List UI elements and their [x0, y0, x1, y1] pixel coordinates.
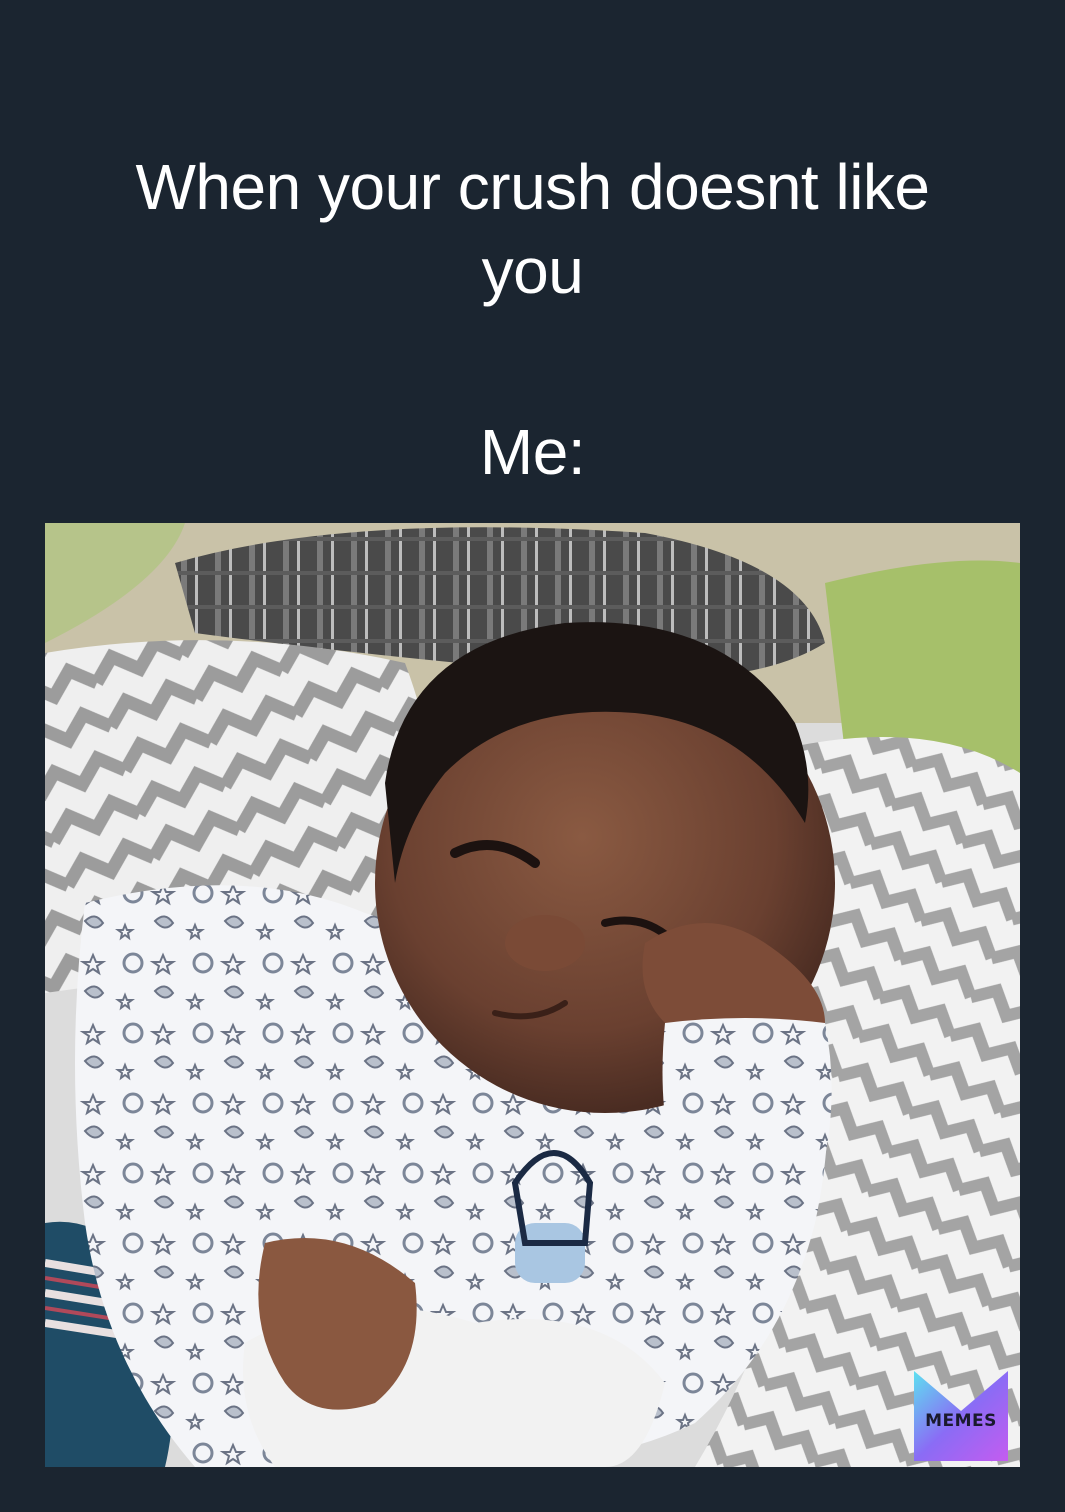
baby-illustration [45, 523, 1020, 1467]
meme-caption-me: Me: [479, 416, 586, 488]
caption-line-2: you [481, 235, 584, 307]
memes-watermark: MEMES [914, 1371, 1008, 1461]
caption-line-1: When your crush doesnt like [135, 151, 931, 223]
memes-logo-label: MEMES [925, 1411, 997, 1431]
meme-image: MEMES [45, 523, 1020, 1467]
meme-caption-top: When your crush doesnt like you [60, 145, 1005, 313]
